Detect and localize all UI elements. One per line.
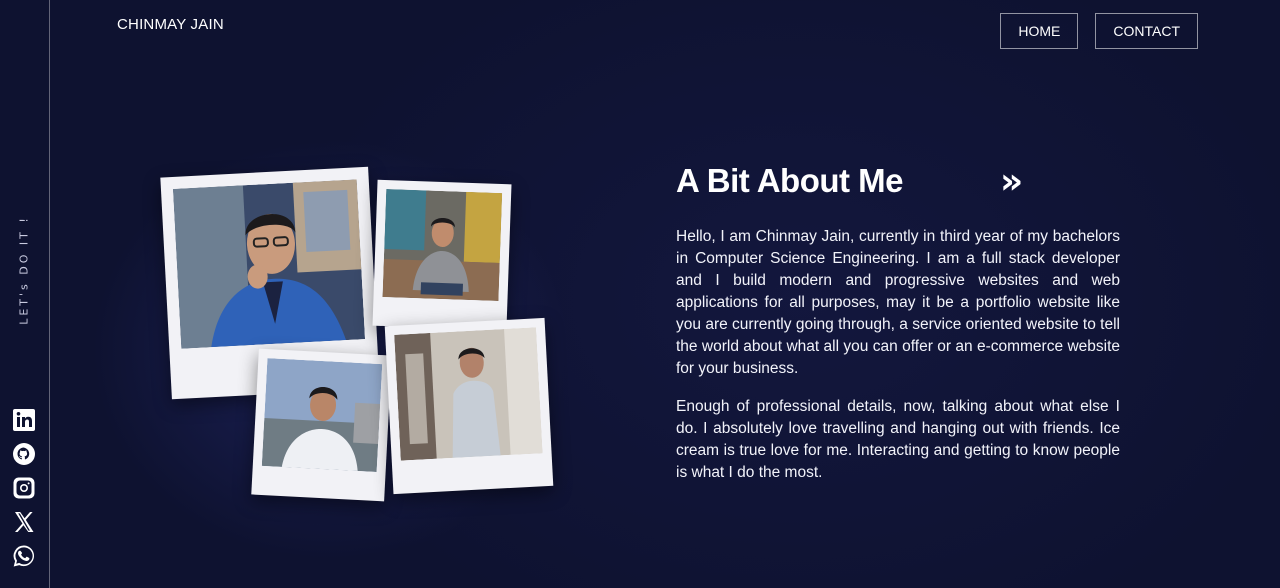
portrait-photo-2 xyxy=(382,189,503,301)
rail-tagline: LET's DO IT ! xyxy=(17,215,31,325)
portrait-photo-4 xyxy=(394,327,543,461)
github-icon[interactable] xyxy=(12,442,36,466)
about-body: Hello, I am Chinmay Jain, currently in t… xyxy=(676,226,1120,484)
about-paragraph-2: Enough of professional details, now, tal… xyxy=(676,398,1120,481)
whatsapp-icon[interactable] xyxy=(12,544,36,568)
top-nav: HOME CONTACT xyxy=(1000,13,1198,49)
left-rail: LET's DO IT ! xyxy=(0,0,50,588)
nav-home-button[interactable]: HOME xyxy=(1000,13,1079,49)
photo-polaroid-4 xyxy=(384,317,554,495)
next-chevron-icon[interactable]: » xyxy=(1000,162,1023,202)
instagram-icon[interactable] xyxy=(12,476,36,500)
nav-contact-button[interactable]: CONTACT xyxy=(1095,13,1198,49)
about-paragraph-1: Hello, I am Chinmay Jain, currently in t… xyxy=(676,228,1120,377)
x-twitter-icon[interactable] xyxy=(12,510,36,534)
photo-polaroid-3 xyxy=(251,348,392,502)
portrait-photo-3 xyxy=(261,358,383,472)
linkedin-icon[interactable] xyxy=(12,408,36,432)
brand-name[interactable]: CHINMAY JAIN xyxy=(117,16,224,33)
portrait-photo-1 xyxy=(172,179,366,349)
social-links xyxy=(12,408,36,568)
photo-polaroid-2 xyxy=(372,179,512,331)
page: LET's DO IT ! CHINMAY JAIN HOME CONTACT … xyxy=(0,0,1280,588)
about-title: A Bit About Me xyxy=(676,162,904,199)
